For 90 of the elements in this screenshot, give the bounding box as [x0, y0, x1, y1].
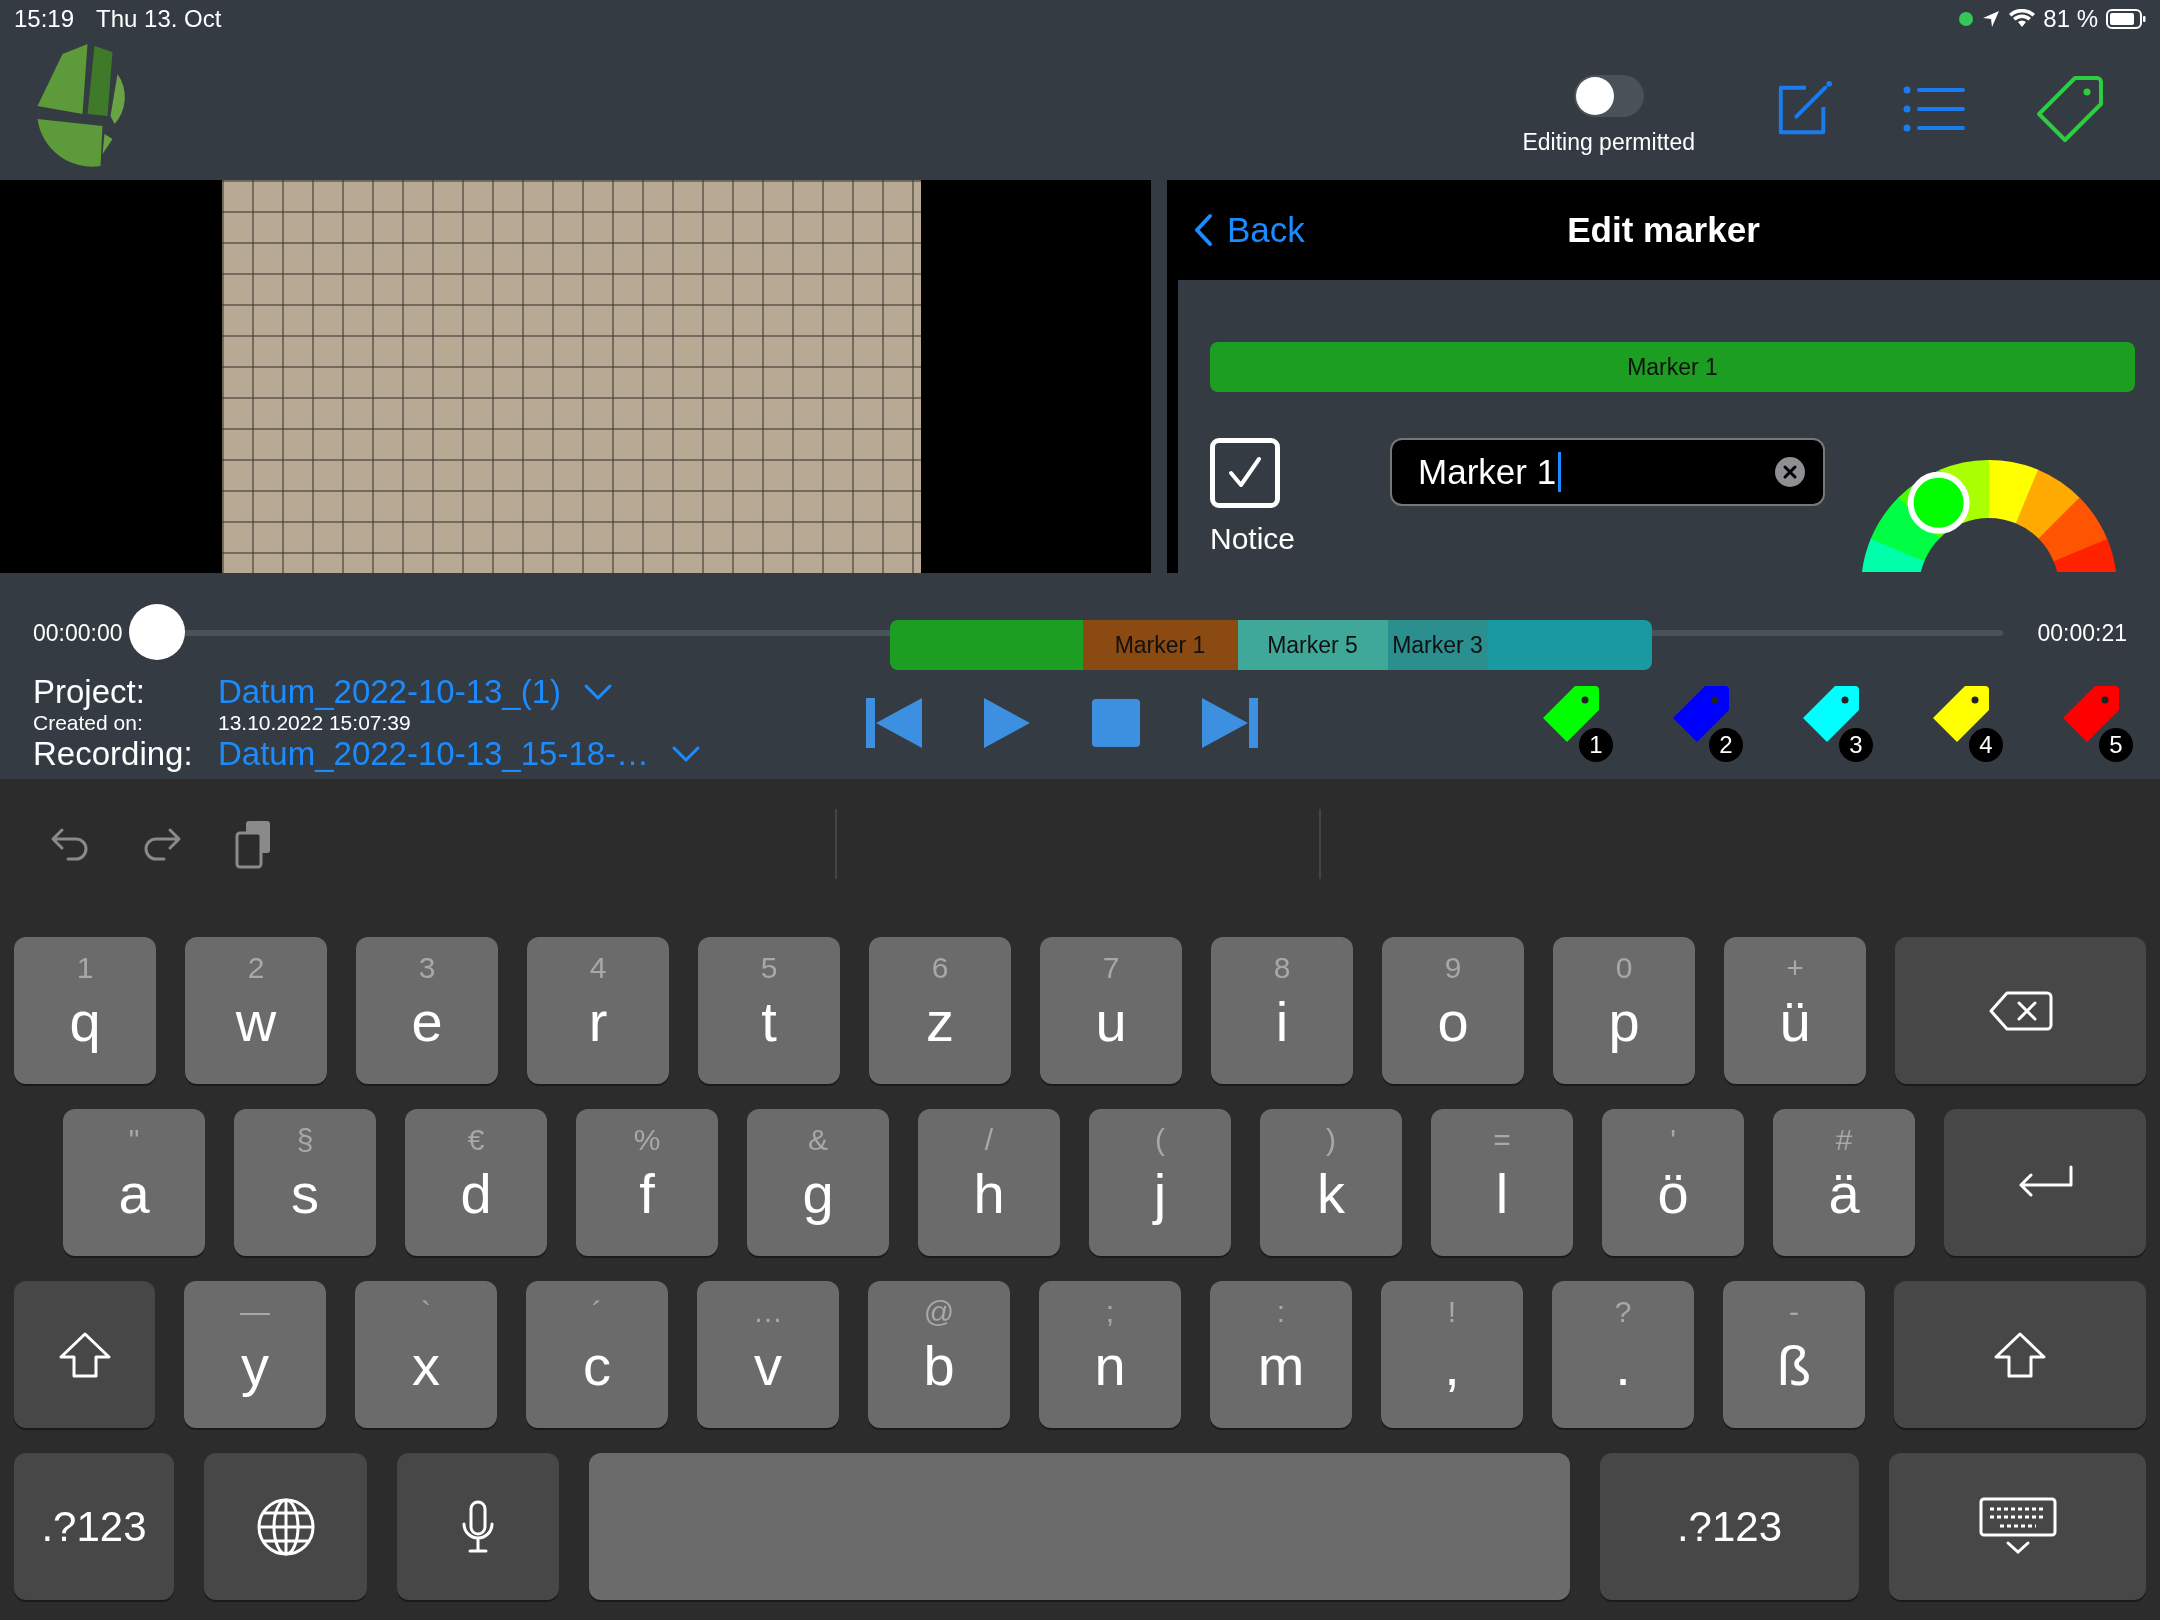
field-value: 13.10.2022 15:07:39 — [218, 711, 411, 735]
keyboard-key[interactable]: 5 t — [698, 937, 840, 1084]
numbers-key[interactable]: .?123 — [1600, 1453, 1859, 1600]
battery-percent: 81 % — [2043, 5, 2098, 33]
keyboard-key[interactable]: 9 o — [1382, 937, 1524, 1084]
keyboard-key[interactable]: 1 q — [14, 937, 156, 1084]
keyboard-key[interactable]: 4 r — [527, 937, 669, 1084]
marker-tag-button[interactable]: 2 — [1671, 684, 1743, 762]
keyboard-key[interactable]: - ß — [1723, 1281, 1865, 1428]
keyboard-key[interactable]: ! , — [1381, 1281, 1523, 1428]
keyboard-key[interactable]: ( j — [1089, 1109, 1231, 1256]
keyboard-key[interactable]: & g — [747, 1109, 889, 1256]
keyboard-key[interactable]: 8 i — [1211, 937, 1353, 1084]
start-time: 00:00:00 — [33, 619, 123, 647]
keyboard-key[interactable]: — y — [184, 1281, 326, 1428]
keyboard-key[interactable]: / h — [918, 1109, 1060, 1256]
chevron-down-icon — [583, 683, 614, 701]
keyboard-key[interactable]: ; n — [1039, 1281, 1181, 1428]
keyboard-key[interactable]: = l — [1431, 1109, 1573, 1256]
clock-time: 15:19 — [14, 5, 75, 33]
chevron-down-icon — [671, 745, 702, 763]
battery-icon — [2106, 9, 2146, 29]
microphone-icon — [461, 1499, 495, 1554]
wifi-icon — [2009, 9, 2036, 29]
undo-icon[interactable] — [50, 826, 90, 862]
keyboard-key[interactable]: § s — [234, 1109, 376, 1256]
back-button[interactable]: Back — [1193, 210, 1305, 250]
field-label: Project: — [33, 673, 146, 711]
field-label: Recording: — [33, 735, 194, 773]
globe-key[interactable] — [204, 1453, 367, 1600]
marker-segment[interactable] — [889, 620, 1083, 670]
skip-back-icon[interactable] — [866, 698, 922, 748]
keyboard-key[interactable]: @ b — [868, 1281, 1010, 1428]
name-input-field[interactable]: Marker 1 — [1390, 438, 1826, 506]
hide-keyboard-key[interactable] — [1889, 1453, 2146, 1600]
list-icon[interactable] — [1903, 84, 1965, 134]
keyboard-key[interactable]: + ü — [1724, 937, 1866, 1084]
keyboard-key[interactable]: € d — [405, 1109, 547, 1256]
skip-forward-icon[interactable] — [1202, 698, 1258, 748]
tag-icon[interactable] — [2035, 74, 2105, 144]
location-arrow-icon — [1981, 9, 2002, 29]
keyboard-key[interactable]: ) k — [1260, 1109, 1402, 1256]
notice-checkbox[interactable] — [1210, 438, 1280, 508]
keyboard-key[interactable]: " a — [63, 1109, 205, 1256]
dropdown-button[interactable]: Datum_2022-10-13_(1) — [218, 673, 614, 711]
keyboard-key[interactable]: 7 u — [1040, 937, 1182, 1084]
indicator-dot-icon — [1959, 12, 1974, 26]
keyboard-key[interactable]: 0 p — [1553, 937, 1695, 1084]
shift-key[interactable] — [14, 1281, 155, 1428]
marker-segment[interactable]: Marker 1 — [1082, 620, 1238, 670]
notice-label: Notice — [1210, 522, 1296, 556]
keyboard-key[interactable]: # ä — [1773, 1109, 1915, 1256]
dropdown-button[interactable]: Datum_2022-10-13_15-18-… — [218, 735, 702, 773]
date-text: Thu 13. Oct — [96, 5, 222, 33]
keyboard-key[interactable]: % f — [576, 1109, 718, 1256]
keyboard-key[interactable]: ´ c — [526, 1281, 668, 1428]
keyboard-key[interactable]: 3 e — [356, 937, 498, 1084]
keyboard-icon — [1977, 1496, 2058, 1557]
delete-icon — [1988, 990, 2053, 1031]
marker-tag-button[interactable]: 5 — [2061, 684, 2133, 762]
keyboard-key[interactable]: : m — [1210, 1281, 1352, 1428]
play-icon[interactable] — [984, 698, 1030, 748]
keyboard-key[interactable]: ` x — [355, 1281, 497, 1428]
back-chevron-icon — [1193, 213, 1213, 247]
marker-tag-button[interactable]: 1 — [1541, 684, 1613, 762]
field-label: Created on: — [33, 711, 144, 735]
marker-segment[interactable]: Marker 5 — [1237, 620, 1388, 670]
editor-title: Edit marker — [1567, 210, 1760, 250]
toggle-label: Editing permitted — [1522, 128, 1695, 156]
clear-icon[interactable] — [1775, 457, 1806, 487]
backspace-key[interactable] — [1895, 937, 2146, 1084]
redo-icon[interactable] — [142, 826, 182, 862]
keyboard-key[interactable]: ' ö — [1602, 1109, 1744, 1256]
marker-tag-button[interactable]: 3 — [1801, 684, 1873, 762]
numbers-key[interactable]: .?123 — [14, 1453, 174, 1600]
keyboard-key[interactable]: 2 w — [185, 937, 327, 1084]
marker-segment[interactable]: Marker 3 — [1387, 620, 1488, 670]
shift-icon — [57, 1330, 112, 1379]
end-time: 00:00:21 — [2037, 619, 2127, 647]
keyboard-key[interactable]: … v — [697, 1281, 839, 1428]
marker-banner: Marker 1 — [1210, 342, 2135, 392]
marker-segment[interactable] — [1487, 620, 1652, 670]
toggle-switch[interactable] — [1573, 74, 1644, 117]
globe-icon — [255, 1496, 316, 1557]
keyboard-key[interactable]: 6 z — [869, 937, 1011, 1084]
marker-tag-button[interactable]: 4 — [1931, 684, 2003, 762]
keyboard-key[interactable]: ? . — [1552, 1281, 1694, 1428]
dictation-key[interactable] — [397, 1453, 559, 1600]
color-thumb[interactable] — [1907, 471, 1970, 534]
shift-icon — [1993, 1330, 2047, 1379]
